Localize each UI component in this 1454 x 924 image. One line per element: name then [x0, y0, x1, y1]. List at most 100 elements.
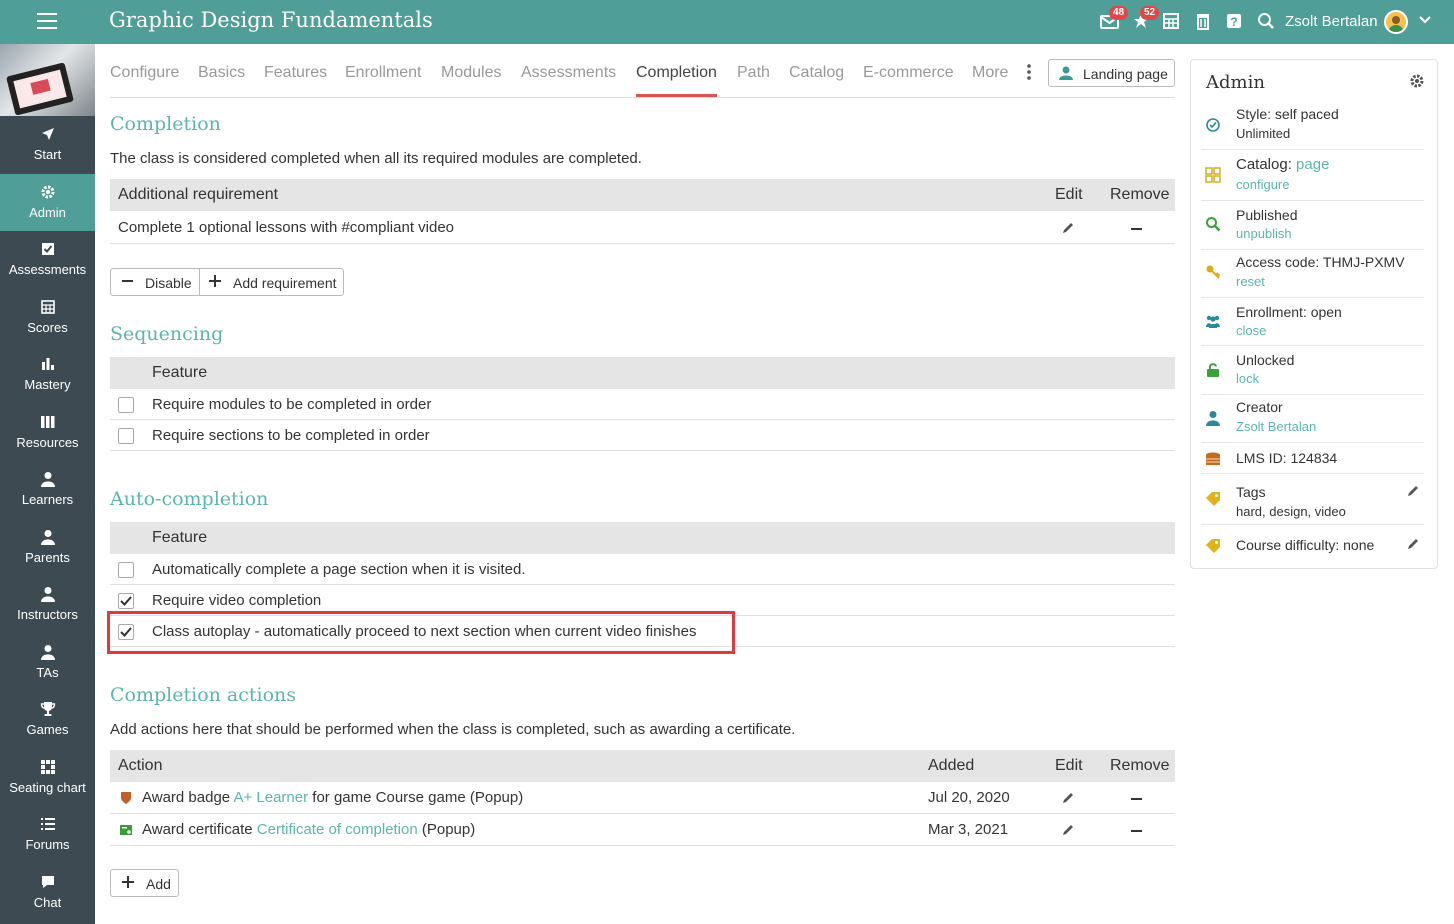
add-requirement-button[interactable]: Add requirement: [233, 275, 337, 291]
checkbox[interactable]: [118, 428, 134, 444]
action-suffix: for game Course game (Popup): [308, 789, 524, 806]
tab-enrollment[interactable]: Enrollment: [345, 64, 421, 82]
remove-icon[interactable]: [1131, 798, 1142, 800]
pencil-icon[interactable]: [1061, 823, 1075, 837]
plus-icon: [122, 874, 134, 893]
trash-icon[interactable]: [1193, 12, 1213, 32]
help-icon[interactable]: ?: [1224, 12, 1244, 32]
table-row: Complete 1 optional lessons with #compli…: [110, 211, 1175, 244]
person-icon: [40, 644, 56, 660]
sidebar-item-label: Chat: [33, 894, 62, 910]
pencil-icon[interactable]: [1061, 221, 1075, 235]
pencil-icon[interactable]: [1406, 484, 1420, 501]
search-icon[interactable]: [1256, 12, 1276, 32]
sidebar-item-resources[interactable]: Resources: [0, 404, 95, 461]
checklist-icon: [40, 241, 56, 257]
list-icon: [40, 816, 56, 832]
sidebar-item-learners[interactable]: Learners: [0, 461, 95, 518]
lock-link[interactable]: lock: [1236, 371, 1259, 386]
action-suffix: (Popup): [417, 821, 476, 838]
tab-modules[interactable]: Modules: [441, 64, 501, 82]
user-name[interactable]: Zsolt Bertalan: [1285, 13, 1378, 30]
landing-page-button[interactable]: Landing page: [1048, 59, 1175, 87]
catalog-configure-link[interactable]: configure: [1236, 177, 1289, 192]
action-text: Award badge A+ Learner for game Course g…: [142, 789, 523, 806]
header-remove: Remove: [1110, 757, 1170, 774]
sidebar-item-mastery[interactable]: Mastery: [0, 346, 95, 403]
creator-link[interactable]: Zsolt Bertalan: [1236, 419, 1316, 434]
checkbox-checked[interactable]: [118, 593, 134, 609]
grid-icon: [40, 759, 56, 775]
badge-icon: [119, 791, 133, 809]
header-edit: Edit: [1055, 757, 1083, 774]
action-link[interactable]: Certificate of completion: [257, 821, 418, 838]
catalog-label: Catalog: page: [1236, 156, 1329, 173]
course-image[interactable]: [0, 44, 95, 116]
sidebar-item-parents[interactable]: Parents: [0, 519, 95, 576]
catalog-page-link[interactable]: page: [1296, 156, 1329, 173]
tab-configure[interactable]: Configure: [110, 64, 179, 82]
sidebar-item-tas[interactable]: TAs: [0, 634, 95, 691]
remove-icon[interactable]: [1131, 830, 1142, 832]
tab-path[interactable]: Path: [737, 64, 770, 82]
calendar-icon[interactable]: [1161, 12, 1181, 32]
sidebar-item-instructors[interactable]: Instructors: [0, 576, 95, 633]
sidebar-item-label: TAs: [36, 664, 59, 680]
tab-ecommerce[interactable]: E-commerce: [863, 64, 954, 82]
sidebar-item-forums[interactable]: Forums: [0, 806, 95, 863]
remove-icon[interactable]: [1131, 228, 1142, 230]
tab-assessments[interactable]: Assessments: [521, 64, 616, 82]
feature-label: Require modules to be completed in order: [152, 396, 432, 413]
header-edit: Edit: [1055, 186, 1083, 203]
close-enrollment-link[interactable]: close: [1236, 323, 1266, 338]
tab-basics[interactable]: Basics: [198, 64, 245, 82]
sidebar-item-start[interactable]: Start: [0, 116, 95, 173]
actions-table: Action Added Edit Remove Award badge A+ …: [110, 750, 1175, 846]
unlock-icon: [1205, 362, 1221, 378]
checkbox[interactable]: [118, 397, 134, 413]
hamburger-menu-icon[interactable]: [37, 13, 57, 31]
button-separator: [199, 269, 200, 295]
disable-button[interactable]: Disable: [145, 275, 192, 291]
sidebar-item-scores[interactable]: Scores: [0, 289, 95, 346]
key-icon: [1205, 264, 1221, 280]
avatar[interactable]: [1384, 10, 1408, 34]
landing-page-label: Landing page: [1083, 66, 1168, 82]
tab-completion[interactable]: Completion: [636, 64, 717, 82]
tab-features[interactable]: Features: [264, 64, 327, 82]
lms-id-item: LMS ID: 124834: [1201, 443, 1424, 474]
tab-catalog[interactable]: Catalog: [789, 64, 844, 82]
users-icon: [1205, 313, 1221, 329]
mail-badge: 48: [1109, 6, 1129, 20]
more-vertical-icon[interactable]: [1026, 64, 1032, 85]
lms-id-label: LMS ID: 124834: [1236, 450, 1338, 466]
sidebar-item-assessments[interactable]: Assessments: [0, 231, 95, 288]
checkbox[interactable]: [118, 562, 134, 578]
reset-link[interactable]: reset: [1236, 274, 1265, 289]
bar-chart-icon: [40, 356, 56, 372]
pencil-icon[interactable]: [1406, 537, 1420, 554]
tab-more[interactable]: More: [972, 64, 1008, 82]
enrollment-item: Enrollment: open close: [1201, 298, 1424, 346]
chevron-down-icon[interactable]: [1418, 12, 1432, 29]
tags-value: hard, design, video: [1236, 504, 1346, 519]
sidebar-item-chat[interactable]: Chat: [0, 864, 95, 921]
pencil-icon[interactable]: [1061, 791, 1075, 805]
unpublish-link[interactable]: unpublish: [1236, 226, 1292, 241]
feature-label: Require sections to be completed in orde…: [152, 427, 430, 444]
sidebar-item-seating-chart[interactable]: Seating chart: [0, 749, 95, 806]
table-row: Automatically complete a page section wh…: [110, 554, 1175, 585]
action-link[interactable]: A+ Learner: [233, 789, 308, 806]
plus-icon: [209, 273, 221, 292]
notifications-icon[interactable]: 52: [1131, 6, 1160, 32]
add-action-button[interactable]: Add: [110, 869, 179, 897]
sidebar-item-games[interactable]: Games: [0, 691, 95, 748]
style-label: Style: self paced: [1236, 106, 1339, 122]
tags-item: Tags hard, design, video: [1201, 474, 1424, 525]
sidebar-item-admin[interactable]: Admin: [0, 173, 95, 231]
mail-icon[interactable]: 48: [1100, 6, 1129, 32]
tag-icon: [1205, 538, 1221, 554]
gear-icon[interactable]: [1409, 73, 1425, 94]
actions-description: Add actions here that should be performe…: [110, 721, 796, 738]
sidebar-item-label: Mastery: [24, 377, 71, 392]
